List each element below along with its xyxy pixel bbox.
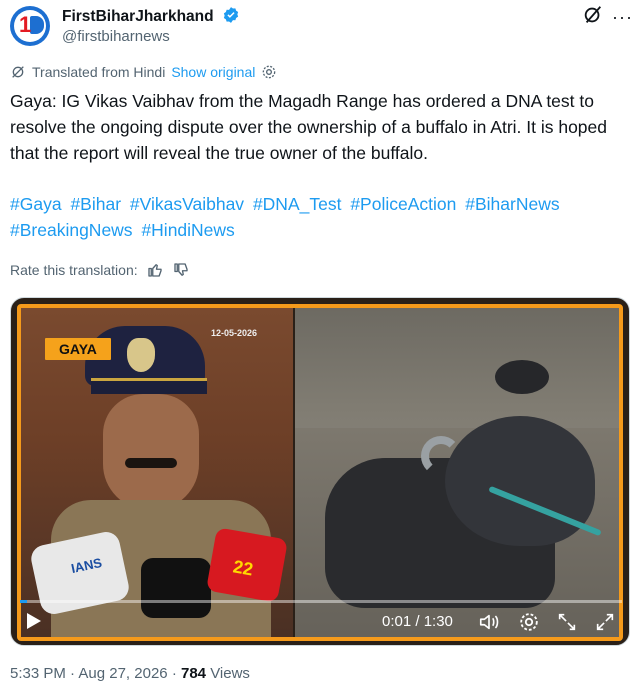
expand-icon[interactable] <box>594 611 616 633</box>
avatar-wedge <box>30 16 44 34</box>
video-player[interactable]: IANS 22 GAYA 12-05-2026 <box>10 297 630 646</box>
display-name[interactable]: FirstBiharJharkhand <box>62 6 240 26</box>
progress-fill <box>20 600 27 603</box>
hashtag-link[interactable]: #BiharNews <box>465 194 559 214</box>
settings-icon[interactable] <box>261 64 277 80</box>
rate-translation: Rate this translation: <box>10 260 190 280</box>
video-time: 0:01 / 1:30 <box>382 613 453 630</box>
hashtag-link[interactable]: #BreakingNews <box>10 220 133 240</box>
translated-label: Translated from Hindi <box>32 64 166 80</box>
rate-label: Rate this translation: <box>10 262 138 278</box>
post-time[interactable]: 5:33 PM <box>10 665 66 682</box>
video-controls: 0:01 / 1:30 <box>10 600 630 646</box>
avatar-logo-glyph: 1 <box>19 12 32 37</box>
hashtag-link[interactable]: #VikasVaibhav <box>130 194 244 214</box>
tweet-text: Gaya: IG Vikas Vaibhav from the Magadh R… <box>10 91 608 163</box>
translate-icon <box>12 66 24 78</box>
fullscreen-shrink-icon[interactable] <box>556 611 578 633</box>
hashtag-link[interactable]: #Bihar <box>70 194 121 214</box>
meta-separator: · <box>70 665 76 682</box>
views-count: 784 <box>180 665 207 682</box>
more-icon[interactable]: ··· <box>612 8 633 26</box>
post-date[interactable]: Aug 27, 2026 <box>78 665 167 682</box>
tweet-meta: 5:33 PM · Aug 27, 2026 · 784 Views <box>10 665 250 685</box>
tweet-header: 1 FirstBiharJharkhand @firstbiharnews ··… <box>8 4 632 48</box>
account-handle[interactable]: @firstbiharnews <box>62 28 170 45</box>
volume-icon[interactable] <box>478 611 500 633</box>
avatar[interactable]: 1 <box>10 6 50 46</box>
hashtag-link[interactable]: #PoliceAction <box>350 194 456 214</box>
gear-icon[interactable] <box>518 611 540 633</box>
display-name-text[interactable]: FirstBiharJharkhand <box>62 8 214 25</box>
thumbs-down-icon[interactable] <box>172 261 190 279</box>
progress-track[interactable] <box>20 600 622 603</box>
hashtag-list: #Gaya #Bihar #VikasVaibhav #DNA_Test #Po… <box>10 191 630 243</box>
verified-badge-icon <box>223 7 239 23</box>
views-label: Views <box>210 665 250 682</box>
meta-separator-2: · <box>171 665 177 682</box>
thumbs-up-icon[interactable] <box>146 261 164 279</box>
hashtag-link[interactable]: #HindiNews <box>141 220 234 240</box>
hashtag-link[interactable]: #DNA_Test <box>253 194 342 214</box>
hashtag-link[interactable]: #Gaya <box>10 194 62 214</box>
play-icon[interactable] <box>26 612 42 630</box>
grok-icon[interactable] <box>582 4 604 26</box>
video-frame-border <box>17 304 623 641</box>
translation-notice: Translated from Hindi Show original <box>10 62 277 82</box>
show-original-link[interactable]: Show original <box>171 64 255 80</box>
